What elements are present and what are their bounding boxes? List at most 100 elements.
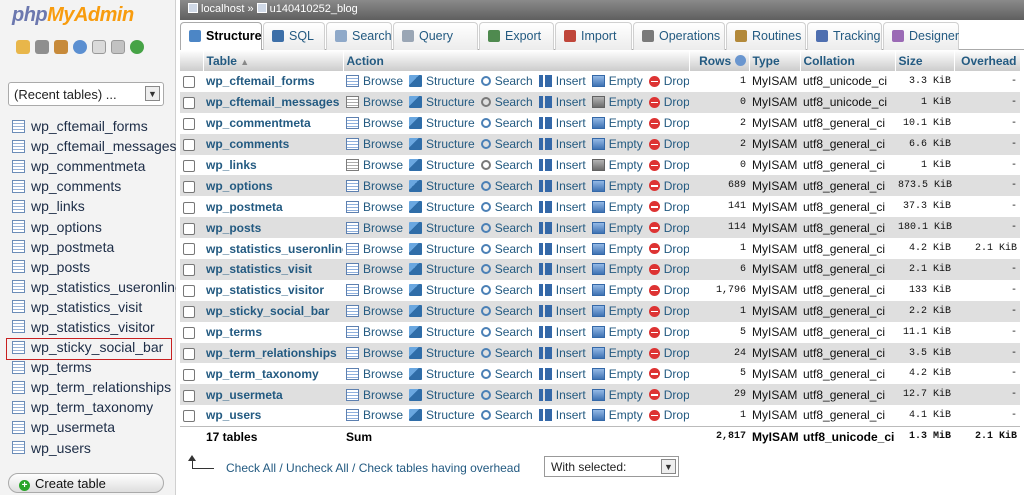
breadcrumb-server[interactable]: localhost [201, 3, 244, 15]
search-action[interactable]: Search [480, 137, 533, 151]
browse-action[interactable]: Browse [346, 325, 403, 339]
structure-action[interactable]: Structure [409, 116, 475, 130]
tab-tracking[interactable]: Tracking [807, 22, 882, 50]
query-window-icon[interactable] [54, 40, 68, 54]
nav-table-item[interactable]: wp_term_taxonomy [0, 397, 176, 417]
insert-action[interactable]: Insert [538, 116, 586, 130]
tab-designer[interactable]: Designer [883, 22, 959, 50]
table-name-link[interactable]: wp_postmeta [203, 196, 343, 218]
nav-table-item[interactable]: wp_commentmeta [0, 156, 176, 176]
drop-action[interactable]: Drop [648, 262, 689, 276]
drop-action[interactable]: Drop [648, 346, 689, 360]
empty-action[interactable]: Empty [591, 221, 643, 235]
drop-action[interactable]: Drop [648, 388, 689, 402]
browse-action[interactable]: Browse [346, 116, 403, 130]
drop-action[interactable]: Drop [648, 179, 689, 193]
table-size[interactable]: 2.2 KiB [895, 300, 954, 322]
search-action[interactable]: Search [480, 200, 533, 214]
drop-action[interactable]: Drop [648, 242, 689, 256]
collation-link[interactable]: utf8_unicode_ci [800, 71, 895, 92]
search-action[interactable]: Search [480, 179, 533, 193]
collation-link[interactable]: utf8_general_ci [800, 196, 895, 218]
structure-action[interactable]: Structure [409, 200, 475, 214]
insert-action[interactable]: Insert [538, 95, 586, 109]
table-size[interactable]: 10.1 KiB [895, 112, 954, 134]
nav-table-item[interactable]: wp_statistics_useronline [0, 277, 176, 297]
nav-table-item[interactable]: wp_usermeta [0, 417, 176, 437]
nav-table-item[interactable]: wp_statistics_visitor [0, 317, 176, 337]
collation-link[interactable]: utf8_general_ci [800, 321, 895, 343]
insert-action[interactable]: Insert [538, 179, 586, 193]
empty-action[interactable]: Empty [591, 158, 643, 172]
tab-query[interactable]: Query [393, 22, 478, 50]
search-action[interactable]: Search [480, 221, 533, 235]
table-name-link[interactable]: wp_sticky_social_bar [203, 300, 343, 322]
structure-action[interactable]: Structure [409, 346, 475, 360]
recent-tables-select[interactable]: (Recent tables) ... ▼ [8, 82, 164, 106]
tab-export[interactable]: Export [479, 22, 554, 50]
drop-action[interactable]: Drop [648, 304, 689, 318]
insert-action[interactable]: Insert [538, 221, 586, 235]
drop-action[interactable]: Drop [648, 221, 689, 235]
tab-routines[interactable]: Routines [726, 22, 806, 50]
tab-sql[interactable]: SQL [263, 22, 325, 50]
browse-action[interactable]: Browse [346, 242, 403, 256]
row-checkbox[interactable] [183, 159, 195, 172]
table-name-link[interactable]: wp_terms [203, 321, 343, 343]
structure-action[interactable]: Structure [409, 242, 475, 256]
search-action[interactable]: Search [480, 158, 533, 172]
browse-action[interactable]: Browse [346, 137, 403, 151]
empty-action[interactable]: Empty [591, 179, 643, 193]
tab-search[interactable]: Search [326, 22, 392, 50]
check-all-links[interactable]: Check All / Uncheck All / Check tables h… [226, 461, 520, 475]
table-name-link[interactable]: wp_statistics_visit [203, 259, 343, 280]
search-action[interactable]: Search [480, 367, 533, 381]
browse-action[interactable]: Browse [346, 74, 403, 88]
table-name-link[interactable]: wp_comments [203, 133, 343, 155]
table-size[interactable]: 873.5 KiB [895, 175, 954, 197]
table-name-link[interactable]: wp_cftemail_forms [203, 71, 343, 92]
table-name-link[interactable]: wp_statistics_visitor [203, 279, 343, 301]
nav-table-item[interactable]: wp_postmeta [0, 237, 176, 257]
drop-action[interactable]: Drop [648, 367, 689, 381]
row-checkbox[interactable] [183, 97, 195, 110]
nav-table-item[interactable]: wp_term_relationships [0, 377, 176, 397]
row-checkbox[interactable] [183, 243, 195, 256]
drop-action[interactable]: Drop [648, 95, 689, 109]
browse-action[interactable]: Browse [346, 367, 403, 381]
collation-link[interactable]: utf8_general_ci [800, 175, 895, 197]
breadcrumb-database[interactable]: u140410252_blog [270, 3, 358, 15]
table-size[interactable]: 4.2 KiB [895, 363, 954, 385]
structure-action[interactable]: Structure [409, 221, 475, 235]
browse-action[interactable]: Browse [346, 283, 403, 297]
row-checkbox[interactable] [183, 306, 195, 319]
row-checkbox[interactable] [183, 410, 195, 423]
row-checkbox[interactable] [183, 222, 195, 235]
nav-table-item[interactable]: wp_cftemail_forms [0, 116, 176, 136]
search-action[interactable]: Search [480, 304, 533, 318]
table-name-link[interactable]: wp_posts [203, 217, 343, 239]
insert-action[interactable]: Insert [538, 408, 586, 422]
tab-structure[interactable]: Structure [180, 22, 262, 50]
empty-action[interactable]: Empty [591, 408, 643, 422]
nav-table-item[interactable]: wp_users [0, 438, 176, 458]
collation-link[interactable]: utf8_general_ci [800, 133, 895, 155]
empty-action[interactable]: Empty [591, 283, 643, 297]
column-header-type[interactable]: Type [749, 50, 801, 71]
empty-action[interactable]: Empty [591, 388, 643, 402]
browse-action[interactable]: Browse [346, 158, 403, 172]
table-size[interactable]: 3.3 KiB [895, 71, 954, 92]
search-action[interactable]: Search [480, 408, 533, 422]
phpmyadmin-logo[interactable]: phpMyAdmin [12, 4, 134, 27]
insert-action[interactable]: Insert [538, 74, 586, 88]
table-size[interactable]: 1 KiB [895, 91, 954, 113]
table-size[interactable]: 1 KiB [895, 154, 954, 176]
structure-action[interactable]: Structure [409, 158, 475, 172]
insert-action[interactable]: Insert [538, 304, 586, 318]
table-size[interactable]: 11.1 KiB [895, 321, 954, 343]
empty-action[interactable]: Empty [591, 74, 643, 88]
row-checkbox[interactable] [183, 76, 195, 89]
table-size[interactable]: 2.1 KiB [895, 259, 954, 280]
table-name-link[interactable]: wp_options [203, 175, 343, 197]
collation-link[interactable]: utf8_general_ci [800, 300, 895, 322]
